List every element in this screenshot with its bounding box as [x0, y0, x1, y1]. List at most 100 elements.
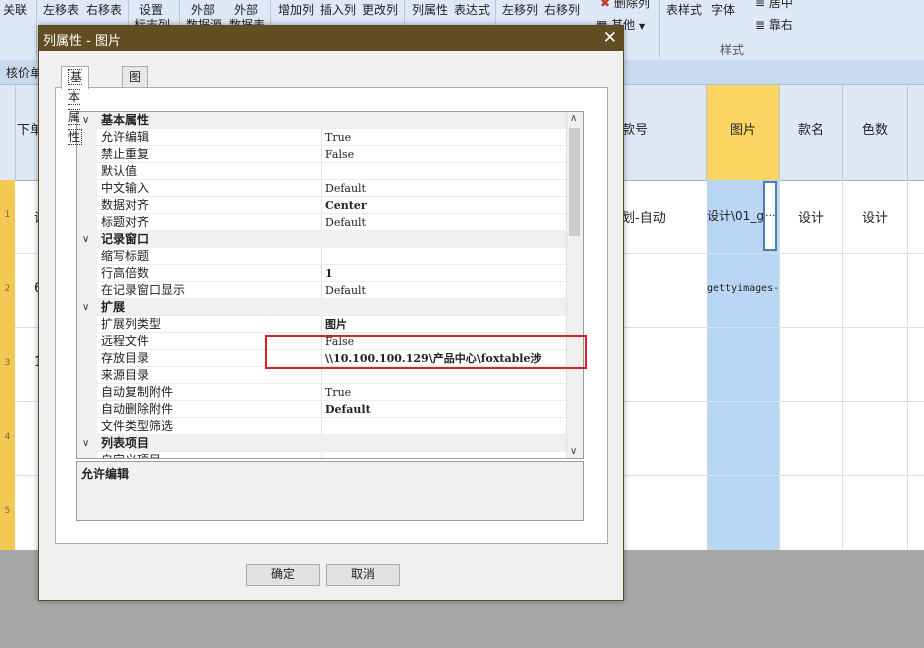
- ok-button[interactable]: 确定: [246, 564, 320, 586]
- cancel-button[interactable]: 取消: [326, 564, 400, 586]
- row-gutter: [77, 452, 97, 458]
- property-value[interactable]: 1: [325, 265, 565, 282]
- ribbon-align-center-button[interactable]: ≡ 居中: [755, 0, 793, 11]
- property-name: 中文输入: [101, 181, 150, 195]
- property-row[interactable]: 远程文件 False: [77, 333, 567, 350]
- property-value[interactable]: Default: [325, 214, 565, 231]
- ribbon-table-style-button[interactable]: 表样式: [666, 1, 702, 18]
- row-gutter: [77, 418, 97, 435]
- property-row[interactable]: 中文输入 Default: [77, 180, 567, 197]
- category-row[interactable]: ∨ 记录窗口: [77, 231, 567, 248]
- align-right-icon: ≣: [755, 18, 766, 32]
- category-row[interactable]: ∨ 列表项目: [77, 435, 567, 452]
- ribbon-link-button[interactable]: 关联: [3, 1, 27, 18]
- row-gutter: [77, 265, 97, 282]
- property-row[interactable]: 自定义项目: [77, 452, 567, 458]
- header-style-code[interactable]: 款号: [622, 85, 707, 180]
- document-tab[interactable]: 核价单: [6, 64, 42, 81]
- property-value[interactable]: True: [325, 384, 565, 401]
- row-gutter: [77, 401, 97, 418]
- ribbon-move-column-right-button[interactable]: 右移列: [544, 1, 580, 18]
- property-value[interactable]: Default: [325, 282, 565, 299]
- property-name: 禁止重复: [101, 147, 150, 161]
- table-cell-image-path[interactable]: gettyimages-: [707, 283, 779, 294]
- property-row[interactable]: 存放目录 \\10.100.100.129\产品中心\foxtable涉: [77, 350, 567, 367]
- ribbon-move-table-right-button[interactable]: 右移表: [86, 1, 122, 18]
- tab-page: ∨ 基本属性 允许编辑 True 禁止重复 False 默认值 中文输入 Default 数据对齐…: [55, 87, 608, 544]
- table-cell-color-count[interactable]: 设计: [862, 207, 888, 226]
- scrollbar-thumb[interactable]: [569, 128, 580, 236]
- property-row[interactable]: 标题对齐 Default: [77, 214, 567, 231]
- row-gutter: [77, 350, 97, 367]
- row-number[interactable]: 1: [0, 210, 15, 220]
- corner-cell[interactable]: [0, 85, 16, 180]
- property-row[interactable]: 文件类型筛选: [77, 418, 567, 435]
- row-number[interactable]: 3: [0, 358, 15, 368]
- property-name: 自定义项目: [101, 452, 161, 458]
- tab-image-dictionary[interactable]: 图片字典: [122, 66, 149, 144]
- row-number[interactable]: 5: [0, 506, 15, 516]
- category-row[interactable]: ∨ 扩展: [77, 299, 567, 316]
- property-value[interactable]: Default: [325, 180, 565, 197]
- header-color-count[interactable]: 色数: [843, 85, 908, 180]
- property-name: 默认值: [101, 164, 138, 178]
- property-row[interactable]: 自动复制附件 True: [77, 384, 567, 401]
- ribbon-column-properties-button[interactable]: 列属性: [412, 1, 448, 18]
- property-value[interactable]: 图片: [325, 316, 565, 333]
- property-grid-scrollbar[interactable]: ∧ ∨: [566, 112, 583, 458]
- property-row[interactable]: 默认值: [77, 163, 567, 180]
- table-cell-style-name[interactable]: 设计: [798, 207, 824, 226]
- property-row[interactable]: 缩写标题: [77, 248, 567, 265]
- ribbon-delete-column-button[interactable]: ✖ 删除列: [600, 0, 650, 11]
- property-name: 数据对齐: [101, 198, 150, 212]
- ribbon-font-button[interactable]: 字体: [711, 1, 735, 18]
- property-row[interactable]: 行高倍数 1: [77, 265, 567, 282]
- table-cell-image-path[interactable]: 设计\01_g: [707, 207, 763, 224]
- dialog-titlebar[interactable]: 列属性 - 图片 ✕: [39, 26, 623, 51]
- collapse-icon[interactable]: ∨: [82, 231, 89, 248]
- header-image[interactable]: 图片: [707, 85, 780, 180]
- property-value[interactable]: False: [325, 333, 565, 350]
- property-row[interactable]: 自动删除附件 Default: [77, 401, 567, 418]
- property-value[interactable]: False: [325, 146, 565, 163]
- ribbon-change-column-button[interactable]: 更改列: [362, 1, 398, 18]
- ribbon-move-column-left-button[interactable]: 左移列: [502, 1, 538, 18]
- collapse-icon[interactable]: ∨: [82, 112, 89, 129]
- property-row[interactable]: 允许编辑 True: [77, 129, 567, 146]
- property-row[interactable]: 在记录窗口显示 Default: [77, 282, 567, 299]
- ribbon-expression-button[interactable]: 表达式: [454, 1, 490, 18]
- collapse-icon[interactable]: ∨: [82, 299, 89, 316]
- ribbon-add-column-button[interactable]: 增加列: [278, 1, 314, 18]
- row-gutter: [77, 197, 97, 214]
- property-row[interactable]: 禁止重复 False: [77, 146, 567, 163]
- property-row[interactable]: 数据对齐 Center: [77, 197, 567, 214]
- row-number[interactable]: 4: [0, 432, 15, 442]
- tab-label: 基本属性: [68, 69, 83, 145]
- property-value[interactable]: True: [325, 129, 565, 146]
- property-name: 自动删除附件: [101, 402, 174, 416]
- ribbon-insert-column-button[interactable]: 插入列: [320, 1, 356, 18]
- property-value[interactable]: Default: [325, 401, 565, 418]
- ribbon-move-table-left-button[interactable]: 左移表: [43, 1, 79, 18]
- header-style-name[interactable]: 款名: [780, 85, 843, 180]
- category-row[interactable]: ∨ 基本属性: [77, 112, 567, 129]
- property-name: 文件类型筛选: [101, 419, 174, 433]
- ribbon-align-right-button[interactable]: ≣ 靠右: [755, 16, 793, 33]
- tab-basic-properties[interactable]: 基本属性: [61, 66, 90, 145]
- image-cell-browse-button[interactable]: ...: [763, 181, 777, 251]
- property-value[interactable]: Center: [325, 197, 565, 214]
- close-icon[interactable]: ✕: [603, 27, 617, 49]
- row-number[interactable]: 2: [0, 284, 15, 294]
- property-name: 标题对齐: [101, 215, 150, 229]
- property-row[interactable]: 来源目录: [77, 367, 567, 384]
- property-name: 来源目录: [101, 368, 150, 382]
- collapse-icon[interactable]: ∨: [82, 435, 89, 452]
- row-gutter: [77, 367, 97, 384]
- table-cell-style-code[interactable]: 划-自动: [622, 207, 666, 226]
- ribbon-separator: [36, 0, 37, 58]
- column-divider: [779, 180, 780, 550]
- property-value[interactable]: \\10.100.100.129\产品中心\foxtable涉: [325, 350, 565, 367]
- property-row[interactable]: 扩展列类型 图片: [77, 316, 567, 333]
- chevron-down-icon[interactable]: ∨: [570, 446, 577, 457]
- chevron-up-icon[interactable]: ∧: [570, 113, 577, 124]
